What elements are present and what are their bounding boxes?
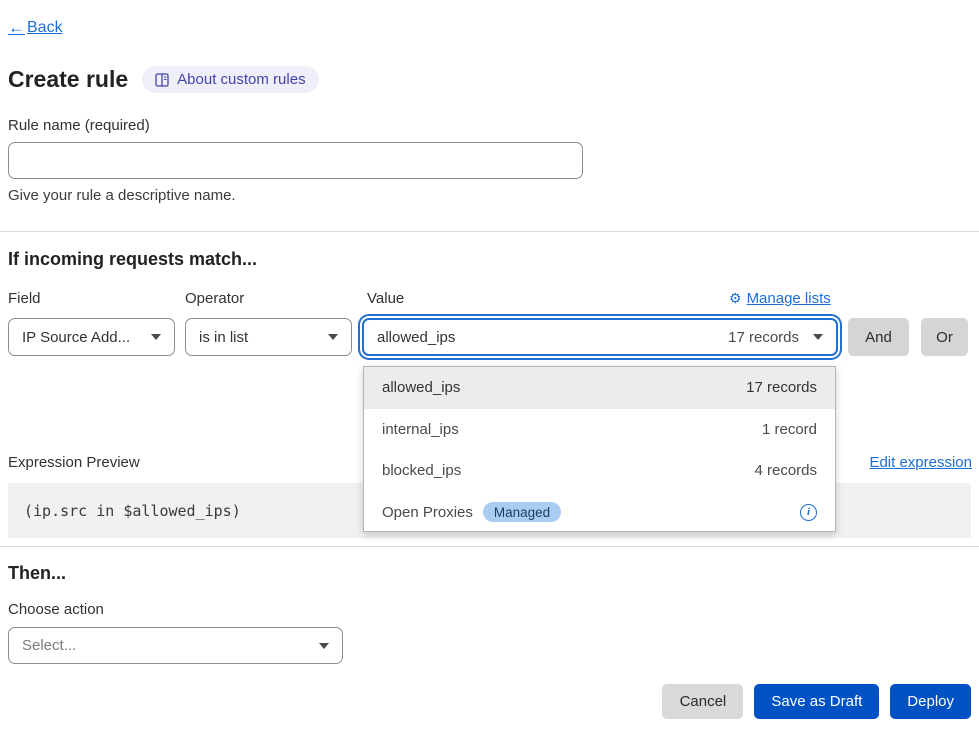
gear-icon: ⚙ <box>729 290 742 307</box>
then-section-heading: Then... <box>8 563 66 584</box>
edit-expression-link[interactable]: Edit expression <box>869 454 972 471</box>
back-label: Back <box>27 19 63 37</box>
field-select-value: IP Source Add... <box>22 329 130 346</box>
divider <box>0 546 979 547</box>
list-item-name: internal_ips <box>382 421 459 438</box>
manage-lists-link[interactable]: Manage lists <box>747 290 831 307</box>
list-item-name: Open Proxies <box>382 504 473 521</box>
page-title: Create rule <box>8 66 128 93</box>
chevron-down-icon <box>151 334 161 340</box>
list-item-count: 17 records <box>746 379 817 396</box>
back-arrow-icon: ← <box>8 18 25 38</box>
list-item-count: 4 records <box>754 462 817 479</box>
operator-label: Operator <box>185 290 244 307</box>
rule-name-helper-text: Give your rule a descriptive name. <box>8 187 236 204</box>
save-as-draft-button[interactable]: Save as Draft <box>754 684 879 719</box>
info-icon[interactable]: i <box>800 504 817 521</box>
create-rule-page: ←Back Create rule About custom rules Rul… <box>0 0 979 739</box>
action-select[interactable]: Select... <box>8 627 343 664</box>
field-label: Field <box>8 290 41 307</box>
match-section-heading: If incoming requests match... <box>8 249 257 270</box>
chevron-down-icon <box>319 643 329 649</box>
about-custom-rules-badge[interactable]: About custom rules <box>142 66 318 93</box>
deploy-button[interactable]: Deploy <box>890 684 971 719</box>
cancel-button[interactable]: Cancel <box>662 684 743 719</box>
expression-preview-label: Expression Preview <box>8 454 140 471</box>
value-label: Value <box>367 290 404 307</box>
divider <box>0 231 979 232</box>
footer-actions: Cancel Save as Draft Deploy <box>662 684 971 719</box>
value-dropdown-panel: allowed_ips 17 records internal_ips 1 re… <box>363 366 836 532</box>
list-item-allowed-ips[interactable]: allowed_ips 17 records <box>364 367 835 409</box>
and-button[interactable]: And <box>848 318 909 356</box>
field-select[interactable]: IP Source Add... <box>8 318 175 356</box>
value-select[interactable]: allowed_ips 17 records <box>362 318 838 356</box>
manage-lists[interactable]: ⚙ Manage lists <box>729 290 831 307</box>
managed-badge: Managed <box>483 502 561 522</box>
action-select-placeholder: Select... <box>22 637 76 654</box>
list-item-name: blocked_ips <box>382 462 461 479</box>
expression-code: (ip.src in $allowed_ips) <box>24 502 241 520</box>
title-row: Create rule About custom rules <box>8 66 319 93</box>
operator-select-value: is in list <box>199 329 248 346</box>
choose-action-label: Choose action <box>8 601 104 618</box>
back-link[interactable]: ←Back <box>8 18 63 38</box>
book-icon <box>155 73 170 87</box>
chevron-down-icon <box>813 334 823 340</box>
operator-select[interactable]: is in list <box>185 318 352 356</box>
about-badge-label: About custom rules <box>177 71 305 88</box>
chevron-down-icon <box>328 334 338 340</box>
value-select-value: allowed_ips <box>377 329 455 346</box>
rule-name-input[interactable] <box>8 142 583 179</box>
list-item-open-proxies[interactable]: Open Proxies Managed i <box>364 492 835 534</box>
list-item-blocked-ips[interactable]: blocked_ips 4 records <box>364 450 835 492</box>
list-item-count: 1 record <box>762 421 817 438</box>
value-select-count: 17 records <box>728 329 799 346</box>
or-button[interactable]: Or <box>921 318 968 356</box>
list-item-name: allowed_ips <box>382 379 460 396</box>
rule-name-label: Rule name (required) <box>8 117 150 134</box>
list-item-internal-ips[interactable]: internal_ips 1 record <box>364 409 835 451</box>
